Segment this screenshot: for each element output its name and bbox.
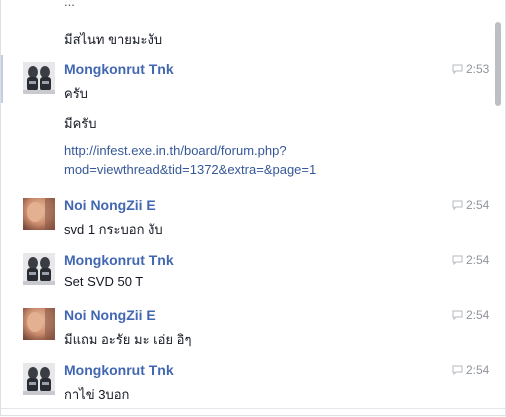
message-group: Mongkonrut Tnk 2:54 Set SVD 50 T bbox=[1, 252, 505, 305]
message-text: ครับ bbox=[64, 86, 88, 101]
message-text: มีสไนท ขายมะงับ bbox=[64, 32, 163, 47]
message-time-label: 2:54 bbox=[466, 363, 490, 377]
message-time-label: 2:54 bbox=[466, 198, 490, 212]
message-time-label: 2:53 bbox=[466, 62, 490, 76]
chat-bubble-icon bbox=[452, 200, 463, 210]
message-text: Set SVD 50 T bbox=[64, 274, 144, 289]
message-time-label: 2:54 bbox=[466, 308, 490, 322]
mongkonrut-avatar-icon[interactable] bbox=[23, 363, 55, 395]
sender-name[interactable]: Mongkonrut Tnk bbox=[64, 362, 174, 378]
divider bbox=[1, 408, 505, 409]
message-text: มีแถม อะรัย มะ เอ่ย อิๆ bbox=[64, 332, 192, 347]
scrollbar-thumb[interactable] bbox=[495, 22, 501, 106]
mongkonrut-avatar-icon[interactable] bbox=[23, 253, 55, 285]
sender-name[interactable]: Noi NongZii E bbox=[64, 197, 156, 213]
message-group: Noi NongZii E 2:54 svd 1 กระบอก งับ bbox=[1, 197, 505, 250]
sender-name[interactable]: Mongkonrut Tnk bbox=[64, 61, 174, 77]
chat-conversation-panel: ... มีสไนท ขายมะงับ Mongkonrut Tnk 2:53 … bbox=[0, 0, 506, 416]
message-text: กาไข่ 3บอก bbox=[64, 387, 130, 402]
message-time: 2:54 bbox=[452, 308, 489, 322]
message-group: Noi NongZii E 2:54 มีแถม อะรัย มะ เอ่ย อ… bbox=[1, 307, 505, 360]
message-time: 2:54 bbox=[452, 253, 489, 267]
message-group: Mongkonrut Tnk 2:53 ครับ bbox=[1, 61, 505, 114]
truncated-message: ... bbox=[64, 0, 75, 9]
chat-bubble-icon bbox=[452, 64, 463, 74]
noi-avatar-icon[interactable] bbox=[23, 198, 55, 230]
chat-bubble-icon bbox=[452, 255, 463, 265]
sender-name[interactable]: Noi NongZii E bbox=[64, 307, 156, 323]
sender-name[interactable]: Mongkonrut Tnk bbox=[64, 252, 174, 268]
message-link-continued[interactable]: mod=viewthread&tid=1372&extra=&page=1 bbox=[64, 162, 316, 177]
message-time-label: 2:54 bbox=[466, 253, 490, 267]
chat-bubble-icon bbox=[452, 365, 463, 375]
message-time: 2:54 bbox=[452, 198, 489, 212]
mongkonrut-avatar-icon[interactable] bbox=[23, 62, 55, 94]
message-time: 2:53 bbox=[452, 62, 489, 76]
message-text: มีครับ bbox=[64, 116, 97, 131]
noi-avatar-icon[interactable] bbox=[23, 308, 55, 340]
message-text: svd 1 กระบอก งับ bbox=[64, 222, 163, 237]
message-link[interactable]: http://infest.exe.in.th/board/forum.php? bbox=[64, 143, 287, 158]
message-time: 2:54 bbox=[452, 363, 489, 377]
chat-bubble-icon bbox=[452, 310, 463, 320]
